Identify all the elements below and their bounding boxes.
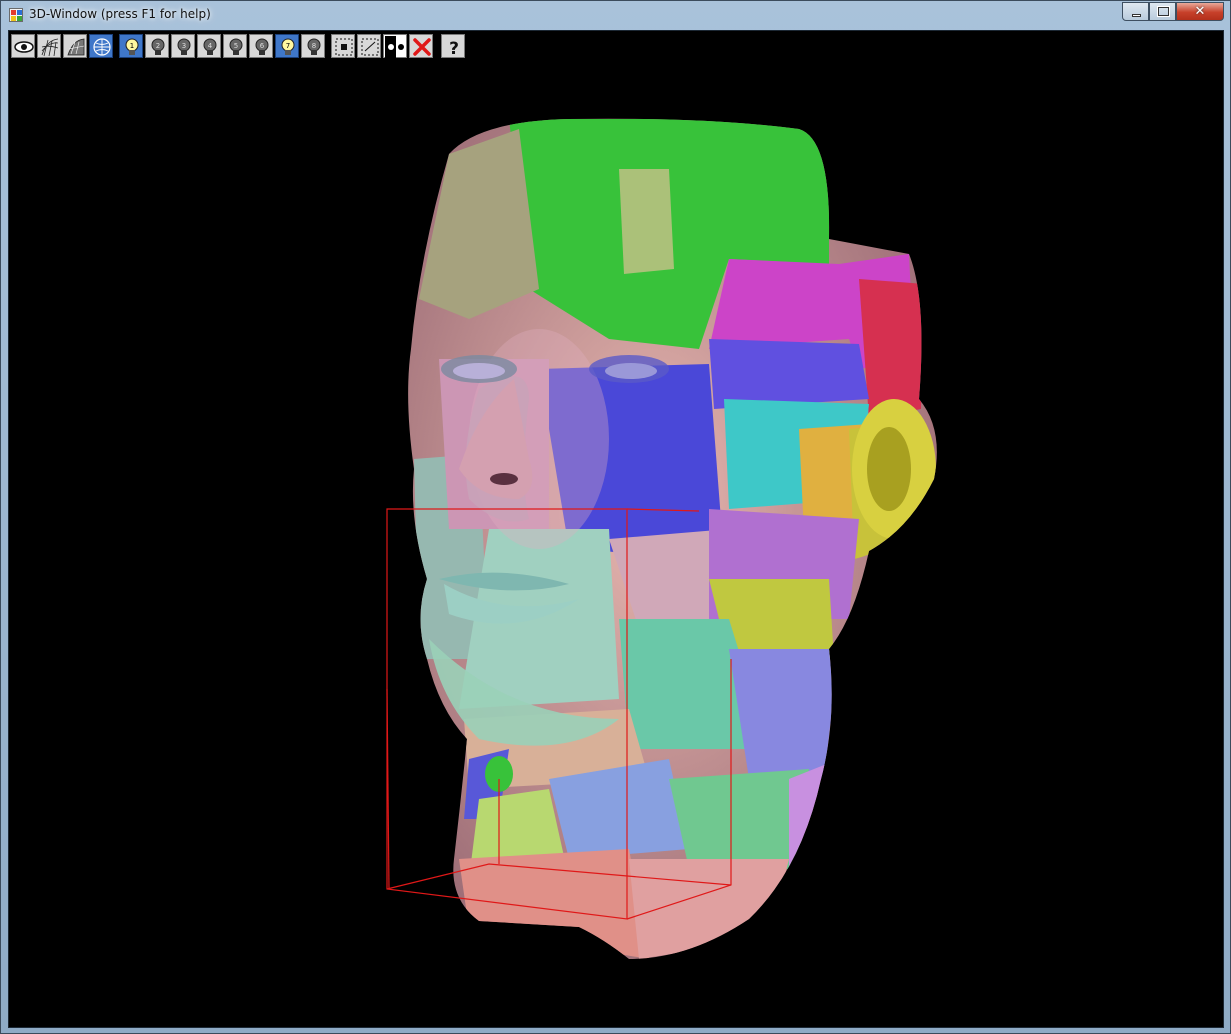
- help-button[interactable]: ?: [441, 34, 465, 58]
- help-icon: ?: [449, 39, 459, 58]
- maximize-button[interactable]: [1149, 2, 1176, 21]
- light-1-icon: 1: [125, 38, 139, 55]
- svg-text:5: 5: [234, 42, 238, 50]
- close-icon: ✕: [1194, 4, 1206, 19]
- svg-text:2: 2: [156, 42, 160, 50]
- light-5-icon: 5: [229, 38, 243, 55]
- head-scan-render: [386, 118, 937, 959]
- delete-icon: [413, 38, 431, 56]
- light-8-button[interactable]: 8: [301, 34, 325, 58]
- svg-text:7: 7: [286, 42, 290, 50]
- light-6-button[interactable]: 6: [249, 34, 273, 58]
- window-title: 3D-Window (press F1 for help): [29, 7, 211, 21]
- svg-text:4: 4: [208, 42, 213, 50]
- head-model: [408, 118, 937, 959]
- deselect-box-button[interactable]: [357, 34, 381, 58]
- view-eye-button[interactable]: [11, 34, 35, 58]
- svg-text:?: ?: [449, 39, 459, 58]
- close-button[interactable]: ✕: [1176, 2, 1224, 21]
- shaded-icon: [67, 38, 85, 56]
- wireframe-button[interactable]: [37, 34, 61, 58]
- deselect-box-icon: [361, 38, 379, 56]
- app-icon[interactable]: [9, 8, 23, 22]
- select-box-button[interactable]: [331, 34, 355, 58]
- select-box-icon: [335, 38, 353, 56]
- light-7-button[interactable]: 7: [275, 34, 299, 58]
- svg-text:8: 8: [312, 42, 316, 50]
- maximize-icon: [1157, 6, 1170, 17]
- light-3-icon: 3: [177, 38, 191, 55]
- light-3-button[interactable]: 3: [171, 34, 195, 58]
- minimize-icon: [1132, 14, 1141, 17]
- svg-text:1: 1: [130, 42, 134, 50]
- light-4-button[interactable]: 4: [197, 34, 221, 58]
- minimize-button[interactable]: [1122, 2, 1149, 21]
- svg-text:3: 3: [182, 42, 186, 50]
- light-2-button[interactable]: 2: [145, 34, 169, 58]
- shaded-button[interactable]: [63, 34, 87, 58]
- textured-globe-icon: [93, 38, 111, 56]
- app-window: 3D-Window (press F1 for help) ✕ 1 2 3 4 …: [0, 0, 1231, 1034]
- toggle-points-icon: [385, 36, 404, 58]
- light-2-icon: 2: [151, 38, 165, 55]
- light-7-icon: 7: [281, 38, 295, 55]
- light-1-button[interactable]: 1: [119, 34, 143, 58]
- toggle-points-button[interactable]: [383, 34, 407, 58]
- wireframe-icon: [41, 38, 59, 57]
- title-bar[interactable]: 3D-Window (press F1 for help) ✕: [1, 1, 1230, 29]
- delete-button[interactable]: [409, 34, 433, 58]
- light-5-button[interactable]: 5: [223, 34, 247, 58]
- textured-button[interactable]: [89, 34, 113, 58]
- light-4-icon: 4: [203, 38, 217, 55]
- svg-text:6: 6: [260, 42, 265, 50]
- light-6-icon: 6: [255, 38, 269, 55]
- eye-icon: [14, 41, 34, 53]
- client-area: 1 2 3 4 5 6 7 8 ?: [8, 30, 1224, 1028]
- toolbar: 1 2 3 4 5 6 7 8 ?: [9, 31, 1223, 59]
- 3d-viewport[interactable]: [9, 59, 1223, 1027]
- light-8-icon: 8: [307, 38, 321, 55]
